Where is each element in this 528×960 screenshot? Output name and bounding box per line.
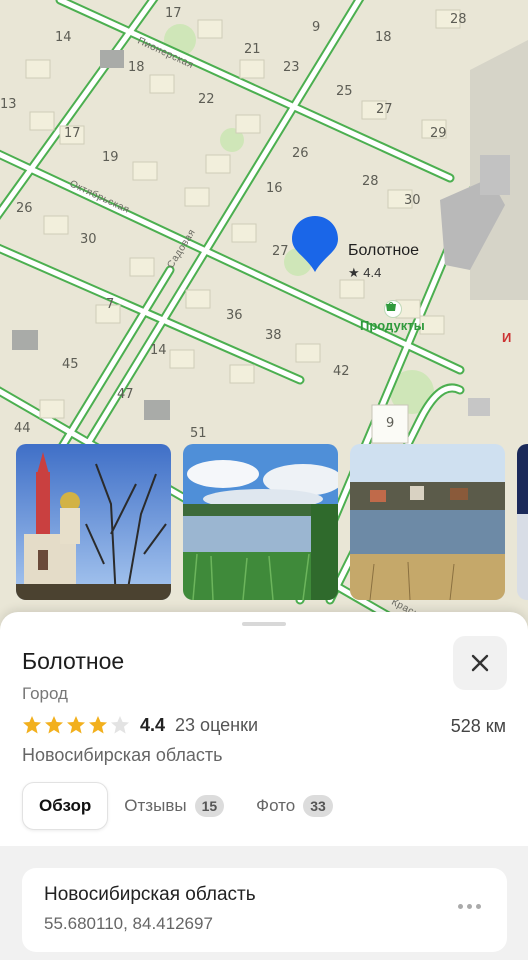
house-number: 28: [362, 174, 379, 189]
house-number: 9: [386, 416, 395, 431]
house-number: 16: [266, 181, 283, 196]
tab-bar: Обзор Отзывы 15 Фото 33: [22, 782, 349, 830]
house-number: 30: [80, 232, 97, 247]
house-number: 29: [430, 126, 447, 141]
tab-photos[interactable]: Фото 33: [240, 782, 349, 830]
star-filled-icon: [67, 716, 85, 734]
house-number: 26: [292, 146, 309, 161]
house-number: 30: [404, 193, 421, 208]
photos-count-badge: 33: [303, 795, 333, 817]
details-section: Новосибирская область 55.680110, 84.4126…: [0, 846, 528, 960]
house-number: 18: [375, 30, 392, 45]
house-number: 19: [102, 150, 119, 165]
place-card-sheet[interactable]: Болотное Город 4.4 23 оценки 528 км Ново…: [0, 612, 528, 960]
house-number: 9: [312, 20, 321, 35]
close-button[interactable]: [453, 636, 507, 690]
house-number: 14: [55, 30, 72, 45]
tab-label: Отзывы: [124, 796, 187, 815]
address-title: Новосибирская область: [44, 884, 256, 905]
place-type: Город: [22, 684, 68, 703]
house-number: 27: [272, 244, 289, 259]
rating-stars: [22, 715, 130, 735]
poi-label[interactable]: Продукты: [360, 318, 425, 333]
lake-photo[interactable]: [183, 444, 338, 600]
distance: 528 км: [450, 716, 506, 736]
star-filled-icon: [89, 716, 107, 734]
house-number: 13: [0, 97, 17, 112]
house-number: 44: [14, 421, 31, 436]
coordinates[interactable]: 55.680110, 84.412697: [44, 914, 213, 934]
house-number: 22: [198, 92, 215, 107]
house-number: 26: [16, 201, 33, 216]
pin-place-name: Болотное: [348, 242, 420, 259]
house-number: 25: [336, 84, 353, 99]
house-number: 23: [283, 60, 300, 75]
star-empty-icon: [111, 716, 129, 734]
region: Новосибирская область: [22, 745, 223, 765]
house-number: 17: [64, 126, 81, 141]
more-icon[interactable]: [458, 904, 481, 909]
house-number: 45: [62, 357, 79, 372]
grocery-icon[interactable]: [384, 300, 402, 318]
house-number: 27: [376, 102, 393, 117]
location-pin[interactable]: [290, 214, 340, 274]
pin-icon: [292, 216, 338, 272]
house-number: 47: [117, 387, 134, 402]
reviews-count-badge: 15: [194, 795, 225, 817]
house-number: 7: [106, 297, 115, 312]
house-number: 14: [150, 343, 167, 358]
photo-carousel[interactable]: [16, 444, 528, 602]
church-photo[interactable]: [16, 444, 171, 600]
tab-label: Фото: [256, 796, 296, 815]
close-icon: [471, 654, 489, 672]
house-number: 42: [333, 364, 350, 379]
tab-reviews[interactable]: Отзывы 15: [108, 782, 240, 830]
house-number: 36: [226, 308, 243, 323]
rating-row[interactable]: 4.4 23 оценки: [22, 714, 258, 736]
partial-photo[interactable]: [517, 444, 528, 600]
house-number: 28: [450, 12, 467, 27]
house-number: 51: [190, 426, 207, 441]
tab-label: Обзор: [39, 796, 92, 815]
pin-place-rating: ★ 4.4: [348, 265, 382, 280]
house-number: 17: [165, 6, 182, 21]
house-number: 21: [244, 42, 261, 57]
village-lake-photo[interactable]: [350, 444, 505, 600]
poi-label-edge[interactable]: И: [502, 330, 511, 345]
star-filled-icon: [45, 716, 63, 734]
map-view[interactable]: 17 9 18 28 14 21 18 23 22 25 27 13 17 29…: [0, 0, 528, 660]
house-number: 38: [265, 328, 282, 343]
star-filled-icon: [23, 716, 41, 734]
rating-value: 4.4: [140, 714, 166, 735]
address-card[interactable]: Новосибирская область 55.680110, 84.4126…: [22, 868, 507, 952]
rating-count[interactable]: 23 оценки: [175, 715, 258, 736]
sheet-grabber[interactable]: [242, 622, 286, 626]
house-number: 18: [128, 60, 145, 75]
place-title: Болотное: [22, 648, 125, 674]
tab-overview[interactable]: Обзор: [22, 782, 109, 830]
